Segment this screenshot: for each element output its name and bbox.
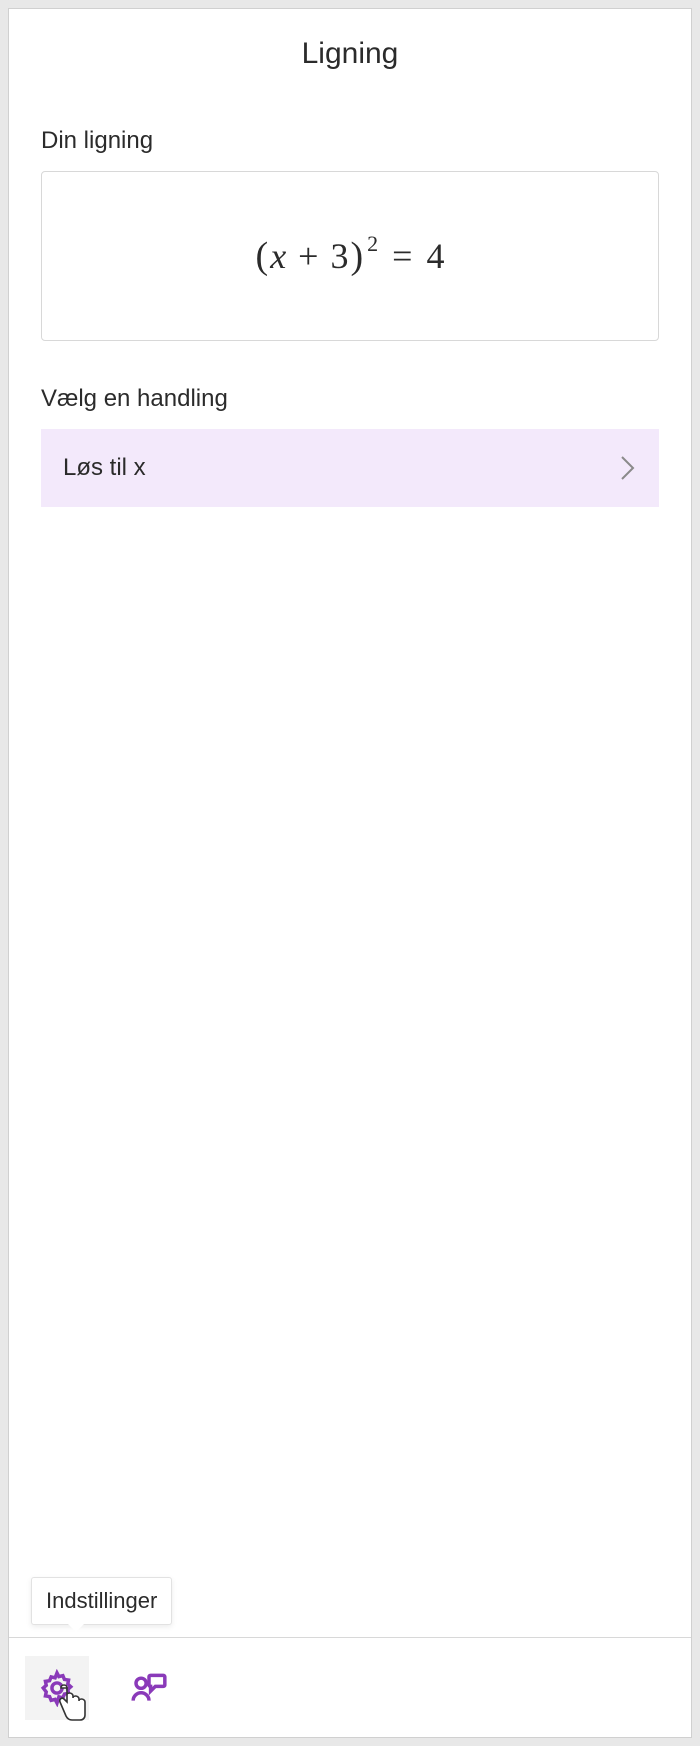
cursor-hand-icon xyxy=(53,1682,93,1726)
equation-exponent: 2 xyxy=(367,231,378,257)
chevron-right-icon xyxy=(619,454,637,482)
panel-content: Ligning Din ligning ( x + 3 ) 2 = 4 Vælg… xyxy=(9,9,691,1637)
equation-section-label: Din ligning xyxy=(41,127,659,155)
bottom-toolbar xyxy=(9,1637,691,1737)
feedback-icon xyxy=(130,1669,168,1707)
panel-title: Ligning xyxy=(41,37,659,71)
tooltip-text: Indstillinger xyxy=(46,1588,157,1613)
equation-display-box[interactable]: ( x + 3 ) 2 = 4 xyxy=(41,171,659,341)
equation-expression: ( x + 3 ) 2 = 4 xyxy=(256,234,445,278)
action-label: Løs til x xyxy=(63,454,146,482)
equation-rhs: 4 xyxy=(426,235,444,277)
equation-rparen: ) xyxy=(350,234,363,278)
equation-lparen: ( xyxy=(256,234,269,278)
settings-tooltip: Indstillinger xyxy=(31,1577,172,1625)
math-panel: Ligning Din ligning ( x + 3 ) 2 = 4 Vælg… xyxy=(8,8,692,1738)
feedback-button[interactable] xyxy=(117,1656,181,1720)
equation-equals: = xyxy=(392,235,412,277)
settings-button[interactable] xyxy=(25,1656,89,1720)
action-section-label: Vælg en handling xyxy=(41,385,659,413)
action-solve-for-x[interactable]: Løs til x xyxy=(41,429,659,507)
equation-var: x xyxy=(270,235,286,277)
equation-const: 3 xyxy=(330,235,348,277)
equation-plus: + xyxy=(298,235,318,277)
